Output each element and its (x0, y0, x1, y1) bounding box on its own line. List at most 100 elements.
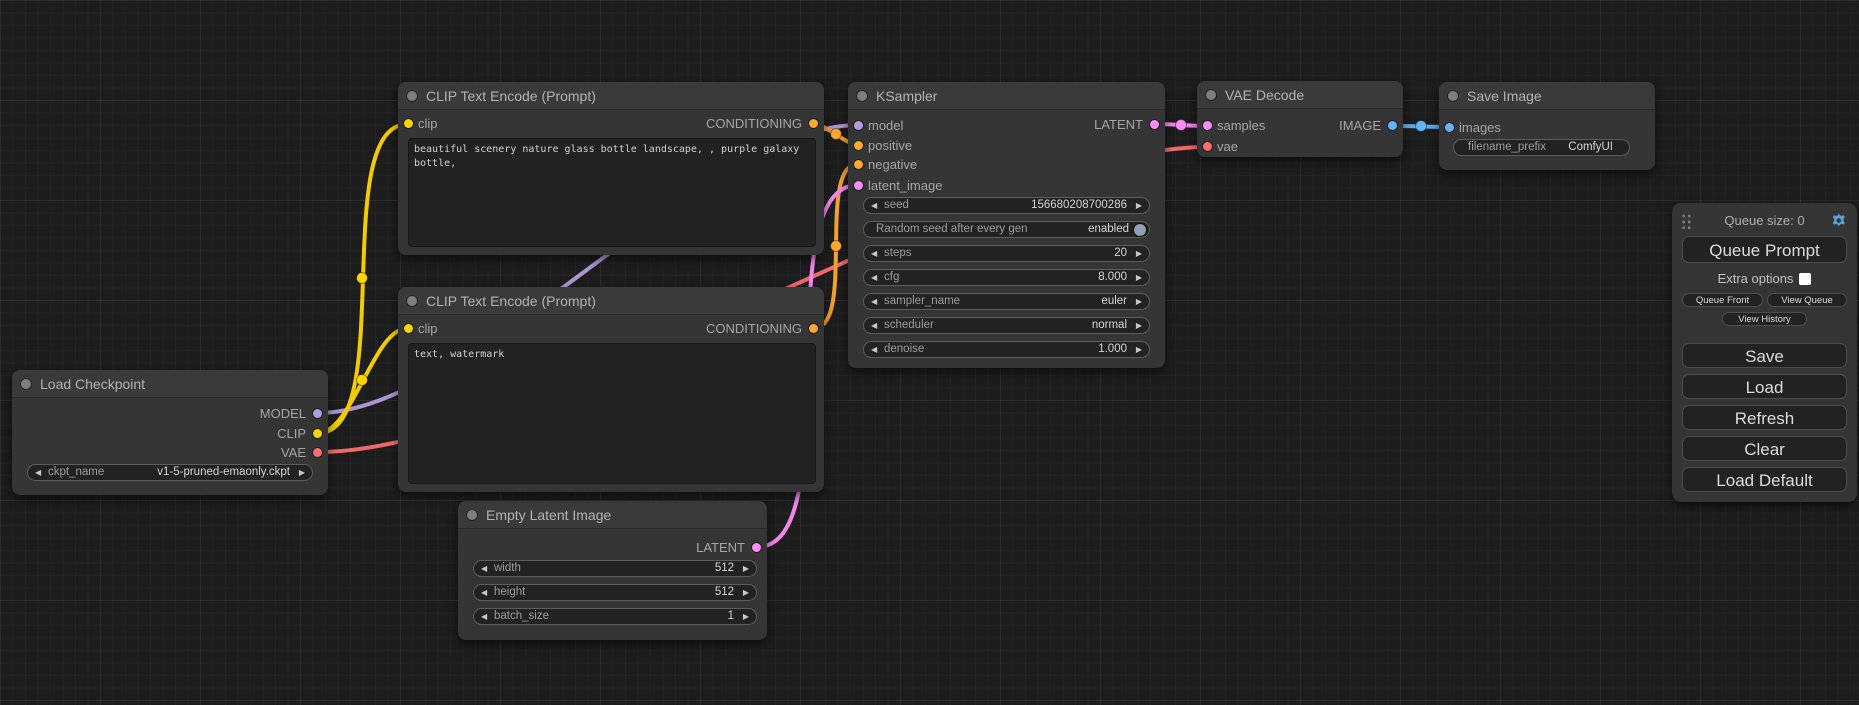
input-dot-vae[interactable] (1203, 142, 1212, 151)
output-dot-clip[interactable] (313, 429, 322, 438)
batch-size-widget[interactable]: ◀ batch_size 1 ▶ (473, 608, 757, 625)
input-dot-model[interactable] (854, 121, 863, 130)
prev-value-arrow-icon[interactable]: ◀ (35, 465, 41, 480)
load-button[interactable]: Load (1682, 374, 1847, 399)
link-midpoint-dot[interactable] (831, 241, 842, 252)
next-value-arrow-icon[interactable]: ▶ (1136, 294, 1142, 309)
increment-arrow-icon[interactable]: ▶ (1136, 270, 1142, 285)
height-widget[interactable]: ◀ height 512 ▶ (473, 584, 757, 601)
node-ksampler[interactable]: KSampler model positive negative latent_… (848, 82, 1165, 368)
increment-arrow-icon[interactable]: ▶ (1136, 246, 1142, 261)
input-dot-positive[interactable] (854, 141, 863, 150)
width-widget[interactable]: ◀ width 512 ▶ (473, 560, 757, 577)
node-save-image[interactable]: Save Image images filename_prefix ComfyU… (1439, 82, 1655, 170)
output-dot-vae[interactable] (313, 448, 322, 457)
denoise-widget[interactable]: ◀ denoise 1.000 ▶ (863, 341, 1150, 358)
decrement-arrow-icon[interactable]: ◀ (481, 561, 487, 576)
widget-value: normal (1092, 318, 1127, 333)
link-midpoint-dot[interactable] (1176, 120, 1187, 131)
widget-label: batch_size (494, 609, 549, 624)
node-title: KSampler (876, 88, 937, 104)
queue-front-button[interactable]: Queue Front (1682, 293, 1763, 307)
decrement-arrow-icon[interactable]: ◀ (871, 246, 877, 261)
load-default-button[interactable]: Load Default (1682, 467, 1847, 492)
sampler-name-widget[interactable]: ◀ sampler_name euler ▶ (863, 293, 1150, 310)
input-dot-negative[interactable] (854, 160, 863, 169)
filename-prefix-widget[interactable]: filename_prefix ComfyUI (1453, 139, 1630, 156)
node-title-bar[interactable]: VAE Decode (1197, 81, 1403, 109)
node-vae-decode[interactable]: VAE Decode samples vae IMAGE (1197, 81, 1403, 157)
node-title-bar[interactable]: CLIP Text Encode (Prompt) (398, 287, 824, 315)
node-title-bar[interactable]: CLIP Text Encode (Prompt) (398, 82, 824, 110)
cfg-widget[interactable]: ◀ cfg 8.000 ▶ (863, 269, 1150, 286)
prev-value-arrow-icon[interactable]: ◀ (871, 294, 877, 309)
widget-value: 20 (1114, 246, 1127, 261)
next-value-arrow-icon[interactable]: ▶ (1136, 318, 1142, 333)
link-midpoint-dot[interactable] (357, 273, 368, 284)
node-title-bar[interactable]: Save Image (1439, 82, 1655, 110)
link-midpoint-dot[interactable] (831, 129, 842, 140)
view-queue-button[interactable]: View Queue (1767, 293, 1847, 307)
input-dot-clip[interactable] (404, 324, 413, 333)
increment-arrow-icon[interactable]: ▶ (743, 609, 749, 624)
collapse-dot-icon[interactable] (467, 510, 477, 520)
node-title-bar[interactable]: Load Checkpoint (12, 370, 328, 398)
collapse-dot-icon[interactable] (1448, 91, 1458, 101)
decrement-arrow-icon[interactable]: ◀ (481, 585, 487, 600)
comfyui-canvas[interactable]: { "nodes": { "load_checkpoint": { "title… (0, 0, 1859, 705)
random-seed-widget[interactable]: Random seed after every gen enabled (863, 221, 1150, 238)
input-dot-samples[interactable] (1203, 121, 1212, 130)
prompt-textarea[interactable]: beautiful scenery nature glass bottle la… (408, 138, 816, 247)
view-history-button[interactable]: View History (1722, 312, 1807, 326)
collapse-dot-icon[interactable] (1206, 90, 1216, 100)
seed-widget[interactable]: ◀ seed 156680208700286 ▶ (863, 197, 1150, 214)
collapse-dot-icon[interactable] (21, 379, 31, 389)
next-value-arrow-icon[interactable]: ▶ (299, 465, 305, 480)
output-dot-conditioning[interactable] (809, 119, 818, 128)
node-clip-text-encode-positive[interactable]: CLIP Text Encode (Prompt) clip CONDITION… (398, 82, 824, 255)
collapse-dot-icon[interactable] (407, 91, 417, 101)
input-dot-latent-image[interactable] (854, 181, 863, 190)
ckpt-name-widget[interactable]: ◀ ckpt_name v1-5-pruned-emaonly.ckpt ▶ (27, 464, 313, 481)
increment-arrow-icon[interactable]: ▶ (1136, 342, 1142, 357)
widget-label: width (494, 561, 521, 576)
node-title-bar[interactable]: KSampler (848, 82, 1165, 110)
node-load-checkpoint[interactable]: Load Checkpoint MODEL CLIP VAE ◀ ckpt_na… (12, 370, 328, 495)
decrement-arrow-icon[interactable]: ◀ (871, 342, 877, 357)
collapse-dot-icon[interactable] (857, 91, 867, 101)
output-dot-conditioning[interactable] (809, 324, 818, 333)
increment-arrow-icon[interactable]: ▶ (743, 585, 749, 600)
output-dot-model[interactable] (313, 409, 322, 418)
output-dot-image[interactable] (1388, 121, 1397, 130)
save-button[interactable]: Save (1682, 343, 1847, 368)
prompt-textarea[interactable]: text, watermark (408, 343, 816, 484)
node-clip-text-encode-negative[interactable]: CLIP Text Encode (Prompt) clip CONDITION… (398, 287, 824, 492)
link-midpoint-dot[interactable] (1416, 121, 1427, 132)
refresh-button[interactable]: Refresh (1682, 405, 1847, 430)
input-dot-images[interactable] (1445, 123, 1454, 132)
link-midpoint-dot[interactable] (357, 375, 368, 386)
toggle-circle-icon[interactable] (1134, 224, 1146, 236)
increment-arrow-icon[interactable]: ▶ (1136, 198, 1142, 213)
clear-button[interactable]: Clear (1682, 436, 1847, 461)
settings-gear-icon[interactable] (1831, 212, 1848, 229)
increment-arrow-icon[interactable]: ▶ (743, 561, 749, 576)
steps-widget[interactable]: ◀ steps 20 ▶ (863, 245, 1150, 262)
scheduler-widget[interactable]: ◀ scheduler normal ▶ (863, 317, 1150, 334)
widget-label: scheduler (884, 318, 934, 333)
output-label-latent: LATENT (1094, 117, 1143, 132)
output-label-vae: VAE (281, 445, 306, 460)
collapse-dot-icon[interactable] (407, 296, 417, 306)
output-dot-latent[interactable] (752, 543, 761, 552)
output-dot-latent[interactable] (1150, 120, 1159, 129)
extra-options-checkbox[interactable] (1799, 273, 1811, 285)
decrement-arrow-icon[interactable]: ◀ (871, 270, 877, 285)
decrement-arrow-icon[interactable]: ◀ (481, 609, 487, 624)
node-title-bar[interactable]: Empty Latent Image (458, 501, 767, 529)
decrement-arrow-icon[interactable]: ◀ (871, 198, 877, 213)
widget-label: seed (884, 198, 909, 213)
node-empty-latent-image[interactable]: Empty Latent Image LATENT ◀ width 512 ▶ … (458, 501, 767, 640)
input-dot-clip[interactable] (404, 119, 413, 128)
prev-value-arrow-icon[interactable]: ◀ (871, 318, 877, 333)
queue-prompt-button[interactable]: Queue Prompt (1682, 236, 1847, 263)
